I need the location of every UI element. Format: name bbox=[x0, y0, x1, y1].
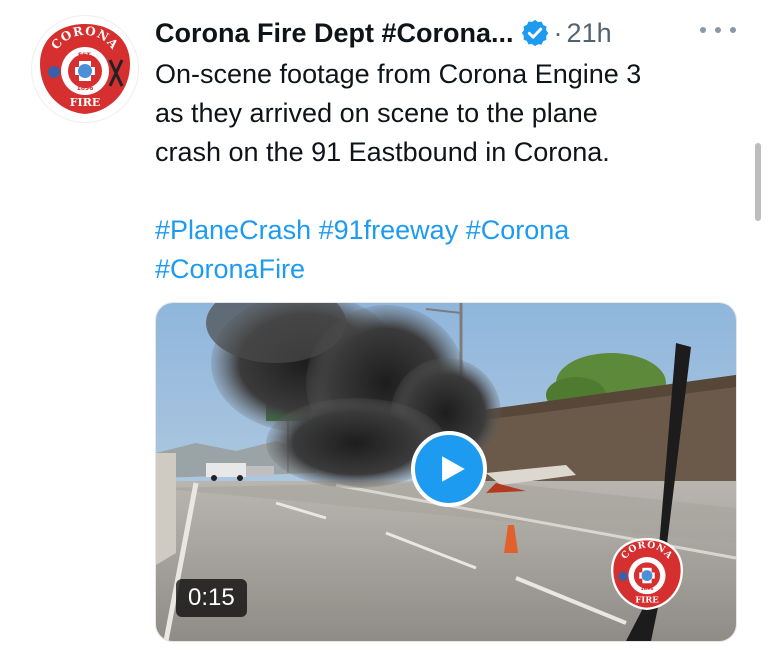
tweet-text-line: as they arrived on scene to the plane bbox=[155, 98, 598, 128]
avatar-bottom-text: FIRE bbox=[70, 96, 100, 109]
more-dot bbox=[715, 27, 721, 33]
author-name[interactable]: Corona Fire Dept #Corona... bbox=[155, 18, 514, 49]
hashtag-link[interactable]: #PlaneCrash bbox=[155, 215, 311, 245]
hashtag-link[interactable]: #91freeway bbox=[319, 215, 459, 245]
header-separator: · bbox=[553, 17, 563, 48]
avatar-est-text: EST. bbox=[78, 52, 92, 59]
badge-dot-icon bbox=[48, 66, 60, 78]
tweet-text-line: crash on the 91 Eastbound in Corona. bbox=[155, 137, 610, 167]
hashtag-link[interactable]: #Corona bbox=[466, 215, 570, 245]
more-dot bbox=[730, 27, 736, 33]
scrollbar[interactable] bbox=[755, 143, 761, 221]
verified-badge-icon bbox=[520, 18, 550, 48]
tweet-header: Corona Fire Dept #Corona... · 21h bbox=[155, 13, 612, 53]
play-button[interactable] bbox=[411, 431, 487, 507]
hashtag-link[interactable]: #CoronaFire bbox=[155, 254, 305, 284]
avatar-year-text: 1896 bbox=[77, 85, 94, 92]
tweet-text-line: On-scene footage from Corona Engine 3 bbox=[155, 59, 642, 89]
hashtags: #PlaneCrash #91freeway #Corona #CoronaFi… bbox=[155, 211, 735, 289]
profile-avatar[interactable]: CORONA EST. 1896 FIRE bbox=[32, 16, 138, 122]
tweet-text: On-scene footage from Corona Engine 3 as… bbox=[155, 55, 725, 172]
video-player[interactable]: 0:15 CORONA 1896 FIRE bbox=[155, 302, 737, 642]
corona-fire-badge-logo: CORONA EST. 1896 FIRE bbox=[35, 19, 135, 119]
play-icon bbox=[442, 456, 465, 482]
more-dot bbox=[700, 27, 706, 33]
video-duration: 0:15 bbox=[176, 579, 247, 617]
watermark-year-text: 1896 bbox=[641, 586, 654, 592]
tweet-timestamp[interactable]: 21h bbox=[567, 18, 612, 49]
more-options-icon[interactable] bbox=[700, 18, 736, 42]
corona-fire-watermark-logo: CORONA 1896 FIRE bbox=[606, 533, 688, 615]
watermark-bottom-text: FIRE bbox=[635, 596, 659, 606]
